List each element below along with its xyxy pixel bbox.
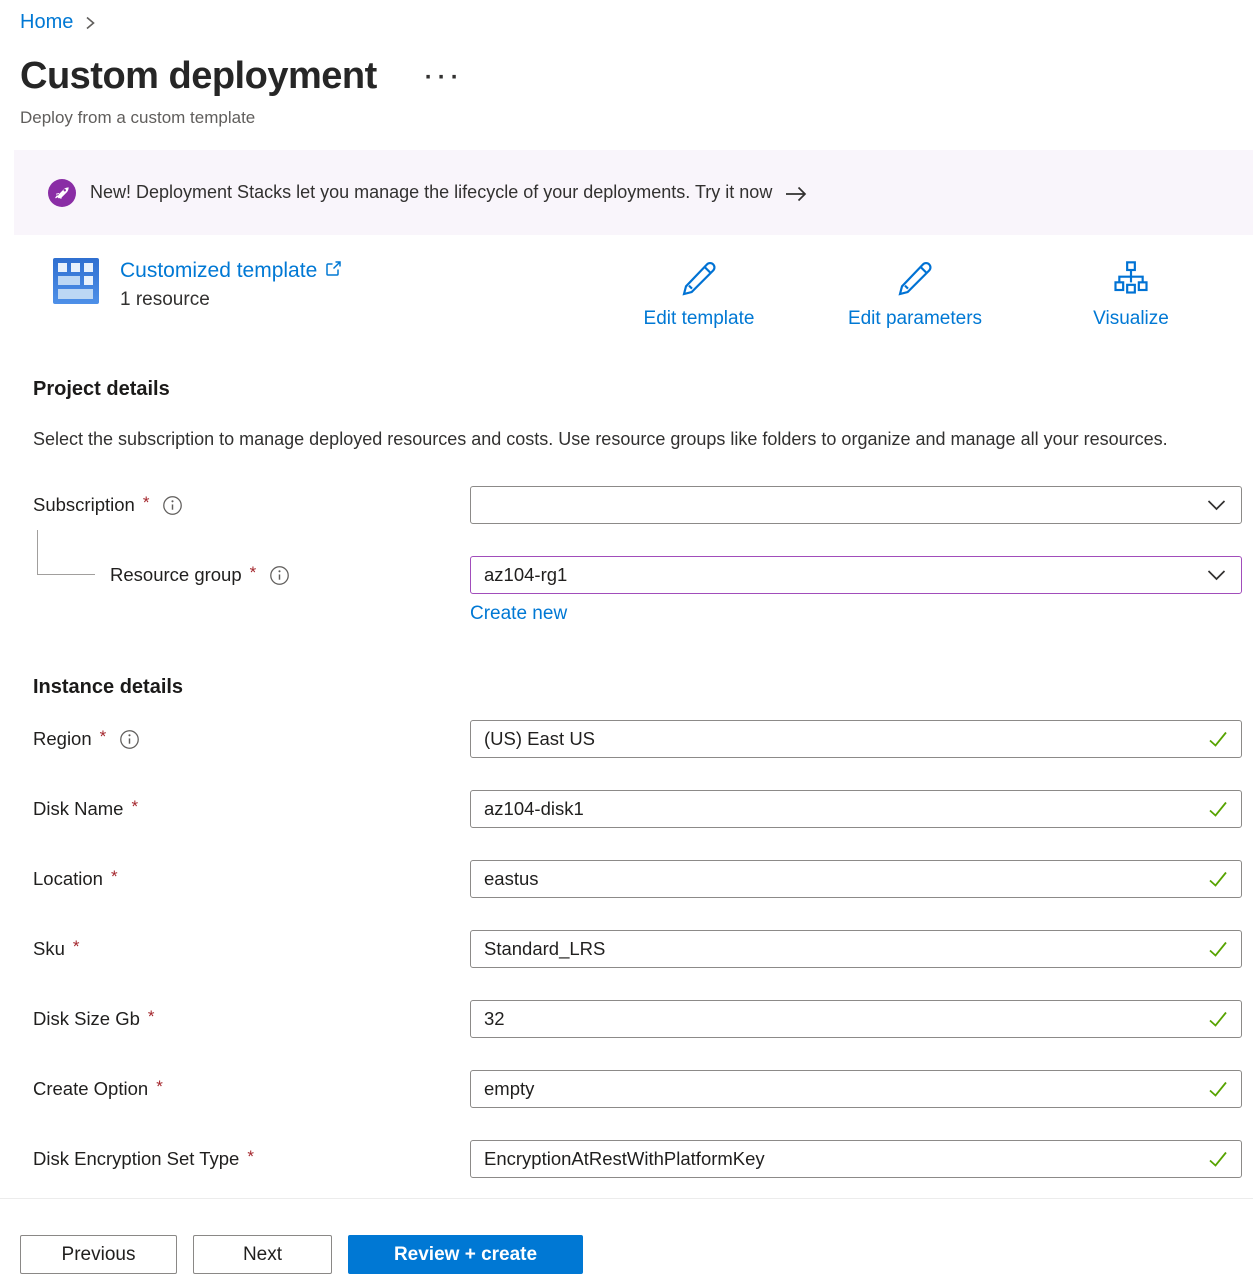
disk-size-label: Disk Size Gb * [33, 1008, 470, 1030]
resource-group-label: Resource group * [33, 564, 470, 586]
info-icon[interactable] [162, 495, 183, 516]
resource-group-row: Resource group * [33, 556, 1242, 594]
project-details-form: Subscription * Resource group * [33, 486, 1242, 625]
info-icon[interactable] [269, 565, 290, 586]
customized-template-link[interactable]: Customized template [120, 257, 342, 285]
project-details-description: Select the subscription to manage deploy… [33, 424, 1183, 455]
required-asterisk: * [156, 1077, 163, 1097]
disk-name-row: Disk Name * [33, 790, 1242, 828]
region-row: Region * [33, 720, 1242, 758]
edit-template-label: Edit template [644, 308, 755, 330]
create-option-field[interactable] [470, 1070, 1242, 1108]
location-input[interactable] [470, 860, 1242, 898]
page-header: Custom deployment ··· [20, 52, 1253, 100]
previous-button[interactable]: Previous [20, 1235, 177, 1274]
next-button[interactable]: Next [193, 1235, 332, 1274]
disk-encryption-set-type-label-text: Disk Encryption Set Type [33, 1148, 239, 1170]
disk-encryption-set-type-label: Disk Encryption Set Type * [33, 1148, 470, 1170]
location-label-text: Location [33, 868, 103, 890]
region-label-text: Region [33, 728, 92, 750]
wizard-footer: Previous Next Review + create [0, 1198, 1253, 1280]
chevron-right-icon [83, 15, 97, 31]
disk-name-field[interactable] [470, 790, 1242, 828]
required-asterisk: * [247, 1147, 254, 1167]
template-section: Customized template 1 resource Edit temp… [52, 257, 1239, 330]
review-create-button[interactable]: Review + create [348, 1235, 583, 1274]
create-option-label: Create Option * [33, 1078, 470, 1100]
required-asterisk: * [73, 937, 80, 957]
disk-size-input[interactable] [470, 1000, 1242, 1038]
create-option-input[interactable] [470, 1070, 1242, 1108]
disk-name-label: Disk Name * [33, 798, 470, 820]
create-new-row: Create new [33, 603, 1242, 625]
location-field[interactable] [470, 860, 1242, 898]
location-label: Location * [33, 868, 470, 890]
project-details-heading: Project details [33, 376, 1253, 402]
customized-template-label: Customized template [120, 257, 317, 285]
pencil-icon [679, 259, 719, 302]
breadcrumb: Home [0, 0, 1253, 34]
disk-encryption-set-type-row: Disk Encryption Set Type * [33, 1140, 1242, 1178]
rocket-icon [48, 179, 76, 207]
create-option-label-text: Create Option [33, 1078, 148, 1100]
required-asterisk: * [111, 867, 118, 887]
location-row: Location * [33, 860, 1242, 898]
disk-size-field[interactable] [470, 1000, 1242, 1038]
resource-count: 1 resource [120, 289, 342, 311]
disk-name-input[interactable] [470, 790, 1242, 828]
sku-label: Sku * [33, 938, 470, 960]
resource-group-dropdown[interactable] [470, 556, 1242, 594]
create-option-row: Create Option * [33, 1070, 1242, 1108]
field-connector-line [37, 530, 95, 575]
resource-group-input[interactable] [470, 556, 1242, 594]
edit-parameters-button[interactable]: Edit parameters [807, 259, 1023, 330]
deployment-stacks-banner[interactable]: New! Deployment Stacks let you manage th… [14, 150, 1253, 235]
banner-text: New! Deployment Stacks let you manage th… [90, 182, 772, 203]
region-input[interactable] [470, 720, 1242, 758]
edit-parameters-label: Edit parameters [848, 308, 982, 330]
subscription-label: Subscription * [33, 494, 470, 516]
disk-name-label-text: Disk Name [33, 798, 123, 820]
required-asterisk: * [143, 493, 150, 513]
region-label: Region * [33, 728, 470, 750]
create-new-link[interactable]: Create new [470, 603, 567, 625]
subscription-dropdown[interactable] [470, 486, 1242, 524]
more-options-button[interactable]: ··· [425, 68, 464, 88]
required-asterisk: * [131, 797, 138, 817]
page-title: Custom deployment [20, 52, 377, 100]
sku-row: Sku * [33, 930, 1242, 968]
external-link-icon [325, 257, 342, 285]
org-chart-icon [1111, 259, 1151, 302]
disk-size-label-text: Disk Size Gb [33, 1008, 140, 1030]
instance-details-form: Region * Disk Name * Location * [33, 720, 1242, 1178]
edit-template-button[interactable]: Edit template [591, 259, 807, 330]
visualize-button[interactable]: Visualize [1023, 259, 1239, 330]
subscription-label-text: Subscription [33, 494, 135, 516]
subscription-row: Subscription * [33, 486, 1242, 524]
pencil-icon [895, 259, 935, 302]
page-subtitle: Deploy from a custom template [20, 106, 1253, 130]
region-field[interactable] [470, 720, 1242, 758]
sku-field[interactable] [470, 930, 1242, 968]
info-icon[interactable] [119, 729, 140, 750]
required-asterisk: * [100, 727, 107, 747]
breadcrumb-home-link[interactable]: Home [20, 11, 73, 34]
template-icon [52, 257, 100, 305]
sku-label-text: Sku [33, 938, 65, 960]
required-asterisk: * [250, 563, 257, 583]
disk-size-row: Disk Size Gb * [33, 1000, 1242, 1038]
disk-encryption-set-type-input[interactable] [470, 1140, 1242, 1178]
visualize-label: Visualize [1093, 308, 1169, 330]
template-actions: Edit template Edit parameters Visualize [591, 259, 1239, 330]
required-asterisk: * [148, 1007, 155, 1027]
arrow-right-icon [784, 185, 808, 203]
subscription-input[interactable] [470, 486, 1242, 524]
resource-group-label-text: Resource group [110, 564, 242, 586]
instance-details-heading: Instance details [33, 674, 1253, 700]
disk-encryption-set-type-field[interactable] [470, 1140, 1242, 1178]
sku-input[interactable] [470, 930, 1242, 968]
